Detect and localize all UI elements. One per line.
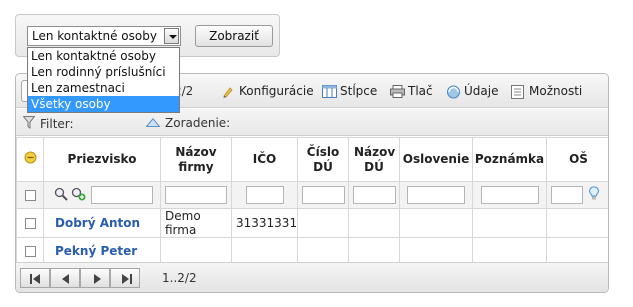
print-label: Tlač — [408, 84, 433, 98]
columns-button[interactable]: Stĺpce — [322, 84, 377, 98]
next-page-button[interactable] — [80, 268, 110, 288]
row-cell — [348, 208, 400, 238]
column-header-label: Názov DÚ — [354, 144, 396, 174]
table-row[interactable]: Dobrý Anton Demo firma 31331331 — [16, 208, 608, 238]
row-cell — [546, 237, 608, 264]
pencil-icon — [221, 85, 235, 98]
row-firm — [160, 237, 232, 264]
filter-input-nazov-firmy[interactable] — [165, 186, 227, 204]
person-type-select-value: Len kontaktné osoby — [32, 29, 157, 43]
table-row[interactable]: Pekný Peter — [16, 237, 608, 264]
column-header-oslovenie[interactable]: Oslovenie — [399, 137, 473, 182]
sort-label: Zoradenie: — [165, 116, 231, 130]
data-icon — [446, 85, 460, 98]
show-button[interactable]: Zobraziť — [195, 25, 273, 47]
grid-footer: 1..2/2 — [16, 262, 608, 292]
sort-toggle[interactable]: Zoradenie: — [145, 116, 231, 130]
column-header-priezvisko[interactable]: Priezvisko — [43, 137, 161, 182]
row-checkbox[interactable] — [24, 218, 36, 229]
row-cell — [399, 208, 473, 238]
columns-icon — [322, 84, 337, 98]
printer-icon — [390, 84, 405, 98]
columns-label: Stĺpce — [340, 84, 378, 98]
column-header-poznamka[interactable]: Poznámka — [472, 137, 547, 182]
row-cell — [297, 237, 349, 264]
row-ico — [231, 237, 298, 264]
row-ico: 31331331 — [231, 208, 298, 238]
magnifier-icon[interactable] — [54, 187, 68, 204]
filter-input-nazov-du[interactable] — [352, 186, 396, 204]
option-rodinny-prislusnici[interactable]: Len rodinný príslušníci — [28, 64, 179, 80]
row-cell — [472, 208, 547, 238]
person-type-options: Len kontaktné osoby Len rodinný príslušn… — [27, 47, 180, 113]
filter-row — [16, 181, 608, 209]
row-name-link[interactable]: Pekný Peter — [55, 244, 137, 258]
filter-sort-bar: Filter: Zoradenie: — [16, 109, 608, 136]
filter-toggle[interactable]: Filter: — [22, 116, 74, 132]
filter-input-os[interactable] — [551, 186, 583, 204]
configure-label: Konfigurácie — [239, 84, 314, 98]
option-vsetky-osoby[interactable]: Všetky osoby — [28, 96, 179, 112]
option-kontaktne-osoby[interactable]: Len kontaktné osoby — [28, 48, 179, 64]
column-header-nazov-du[interactable]: Názov DÚ — [348, 137, 400, 182]
data-label: Údaje — [464, 84, 499, 98]
prev-page-button[interactable] — [50, 268, 80, 288]
filter-label: Filter: — [40, 117, 74, 131]
row-checkbox[interactable] — [24, 245, 36, 257]
contacts-table: Priezvisko Názov firmy IČO Číslo DÚ Názo… — [16, 137, 608, 264]
row-name-link[interactable]: Dobrý Anton — [55, 216, 140, 230]
row-cell — [399, 237, 473, 264]
select-column-header[interactable] — [16, 137, 44, 182]
configure-button[interactable]: Konfigurácie — [221, 84, 314, 98]
person-type-select[interactable]: Len kontaktné osoby — [27, 26, 181, 46]
column-header-cislo-du[interactable]: Číslo DÚ — [297, 137, 349, 182]
column-header-label: Číslo DÚ — [306, 144, 340, 174]
select-all-checkbox[interactable] — [24, 190, 36, 201]
column-header-ico[interactable]: IČO — [231, 137, 298, 182]
options-button[interactable]: Možnosti — [511, 84, 583, 99]
footer-page-info: 1..2/2 — [162, 271, 197, 285]
option-zamestnaci[interactable]: Len zamestnaci — [28, 80, 179, 96]
circle-icon — [24, 151, 37, 167]
first-page-button[interactable] — [20, 268, 50, 288]
triangle-up-icon — [145, 116, 161, 130]
last-page-button[interactable] — [110, 268, 140, 288]
filter-input-cislo-du[interactable] — [301, 186, 345, 204]
column-header-label: Názov firmy — [175, 144, 217, 174]
row-cell — [348, 237, 400, 264]
filter-input-oslovenie[interactable] — [407, 186, 465, 204]
chevron-down-icon[interactable] — [164, 28, 179, 44]
filter-input-priezvisko[interactable] — [91, 186, 153, 204]
data-button[interactable]: Údaje — [446, 84, 498, 98]
filter-input-poznamka[interactable] — [480, 186, 539, 204]
add-search-icon[interactable] — [71, 187, 86, 204]
row-cell — [546, 208, 608, 238]
lightbulb-icon[interactable] — [589, 186, 599, 204]
column-header-os[interactable]: OŠ — [546, 137, 608, 182]
row-cell — [472, 237, 547, 264]
row-firm: Demo firma — [160, 208, 232, 238]
document-icon — [511, 84, 525, 99]
options-label: Možnosti — [529, 84, 583, 98]
column-header-nazov-firmy[interactable]: Názov firmy — [160, 137, 232, 182]
row-cell — [297, 208, 349, 238]
print-button[interactable]: Tlač — [390, 84, 433, 98]
filter-input-ico[interactable] — [245, 186, 284, 204]
funnel-icon — [22, 116, 36, 132]
